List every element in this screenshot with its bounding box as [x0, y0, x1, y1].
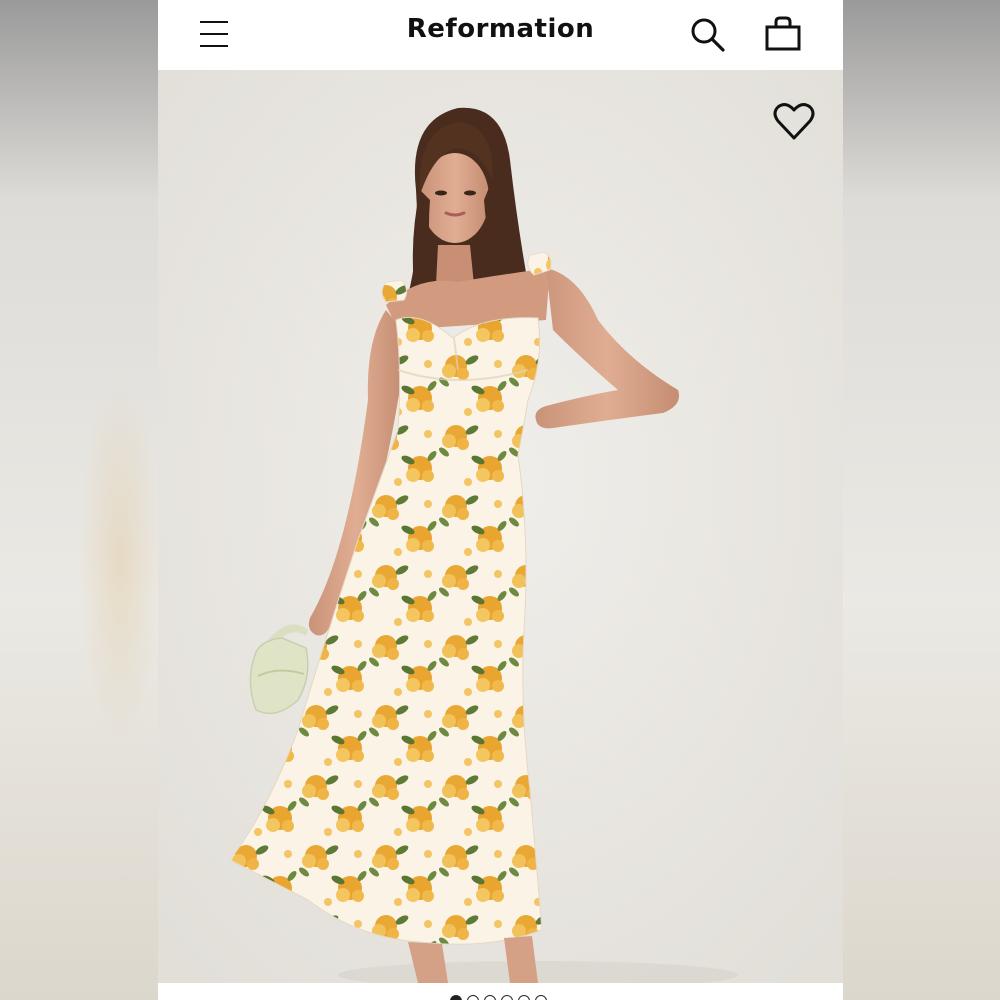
model-photo [158, 70, 843, 983]
left-blurred-margin [0, 0, 158, 1000]
carousel-dot-6[interactable] [535, 995, 547, 1000]
carousel-dot-4[interactable] [501, 995, 513, 1000]
favorite-button[interactable] [772, 100, 816, 144]
carousel-dot-5[interactable] [518, 995, 530, 1000]
carousel-dot-3[interactable] [484, 995, 496, 1000]
right-blurred-margin [842, 0, 1000, 1000]
top-navigation-bar: Reformation [158, 0, 843, 70]
shopping-bag-icon [765, 16, 801, 51]
carousel-dot-2[interactable] [467, 995, 479, 1000]
search-button[interactable] [688, 15, 728, 55]
heart-icon [773, 103, 815, 140]
product-image[interactable] [158, 70, 843, 983]
search-icon [691, 18, 725, 52]
hamburger-line [200, 45, 228, 47]
brand-logo[interactable]: Reformation [158, 14, 843, 44]
carousel-dot-1[interactable] [450, 995, 462, 1000]
image-carousel-indicator [158, 983, 843, 1000]
shopping-bag-button[interactable] [763, 14, 803, 54]
mobile-product-page: Reformation [158, 0, 843, 1000]
